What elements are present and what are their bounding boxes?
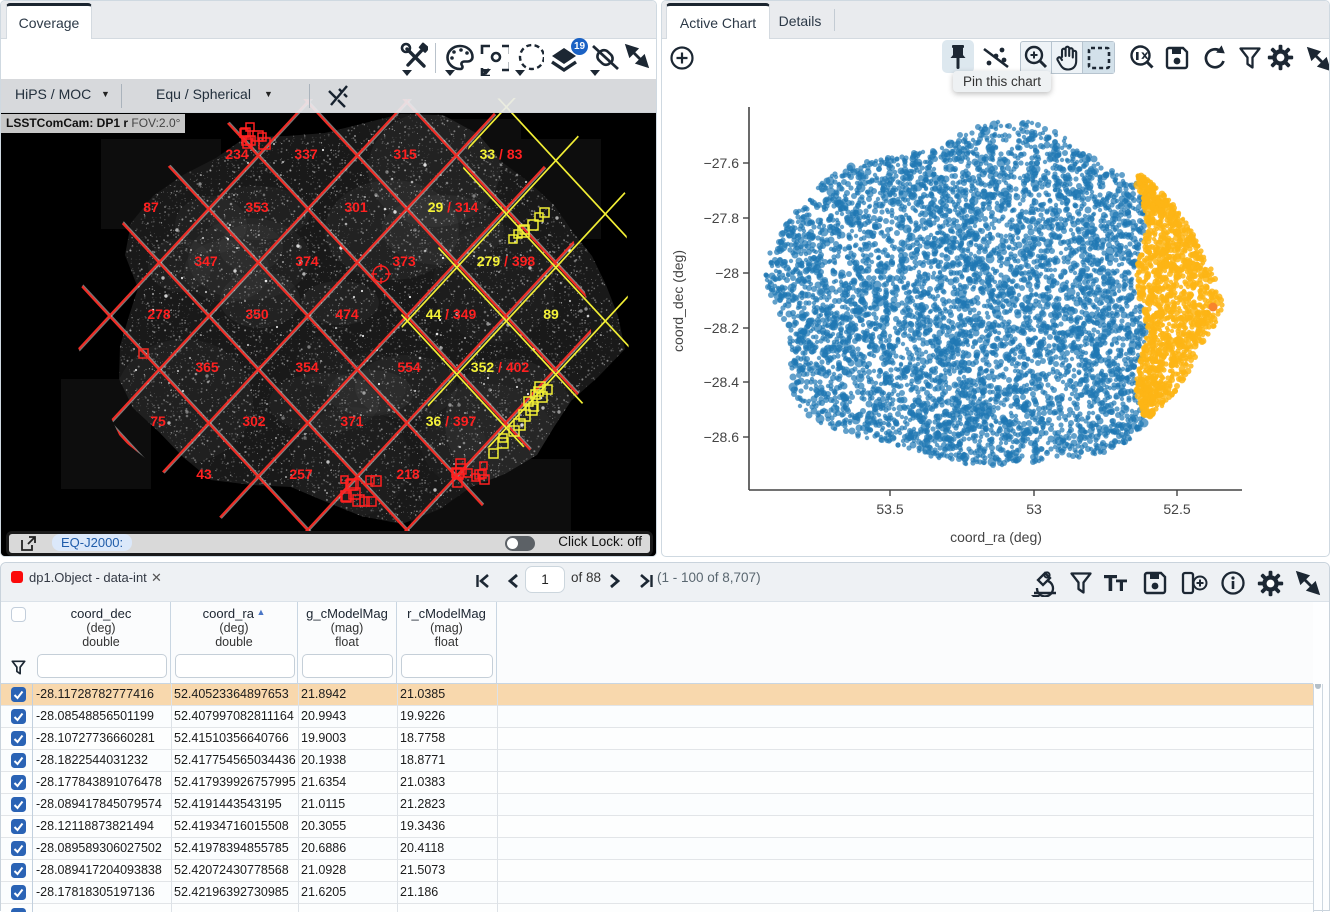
svg-text:374: 374 (295, 253, 319, 269)
svg-text:278: 278 (147, 306, 171, 322)
svg-text:302: 302 (242, 413, 266, 429)
svg-text:301: 301 (344, 199, 368, 215)
svg-text:365: 365 (195, 359, 219, 375)
svg-text:354: 354 (295, 359, 319, 375)
svg-text:75: 75 (150, 413, 166, 429)
svg-text:315: 315 (393, 146, 417, 162)
svg-text:371: 371 (340, 413, 364, 429)
svg-text:33 / 83: 33 / 83 (480, 146, 523, 162)
svg-text:29 / 314: 29 / 314 (428, 199, 479, 215)
svg-text:257: 257 (289, 466, 313, 482)
svg-text:89: 89 (543, 306, 559, 322)
svg-text:350: 350 (245, 306, 269, 322)
svg-text:474: 474 (335, 306, 359, 322)
svg-text:36 / 397: 36 / 397 (426, 413, 477, 429)
svg-text:44 / 349: 44 / 349 (426, 306, 477, 322)
svg-text:87: 87 (143, 199, 159, 215)
svg-text:353: 353 (245, 199, 269, 215)
svg-text:279 / 398: 279 / 398 (477, 253, 536, 269)
svg-text:347: 347 (194, 253, 218, 269)
svg-text:373: 373 (392, 253, 416, 269)
svg-text:43: 43 (196, 466, 212, 482)
svg-text:554: 554 (397, 359, 421, 375)
svg-text:218: 218 (396, 466, 420, 482)
svg-text:337: 337 (294, 146, 318, 162)
svg-text:352 / 402: 352 / 402 (471, 359, 530, 375)
